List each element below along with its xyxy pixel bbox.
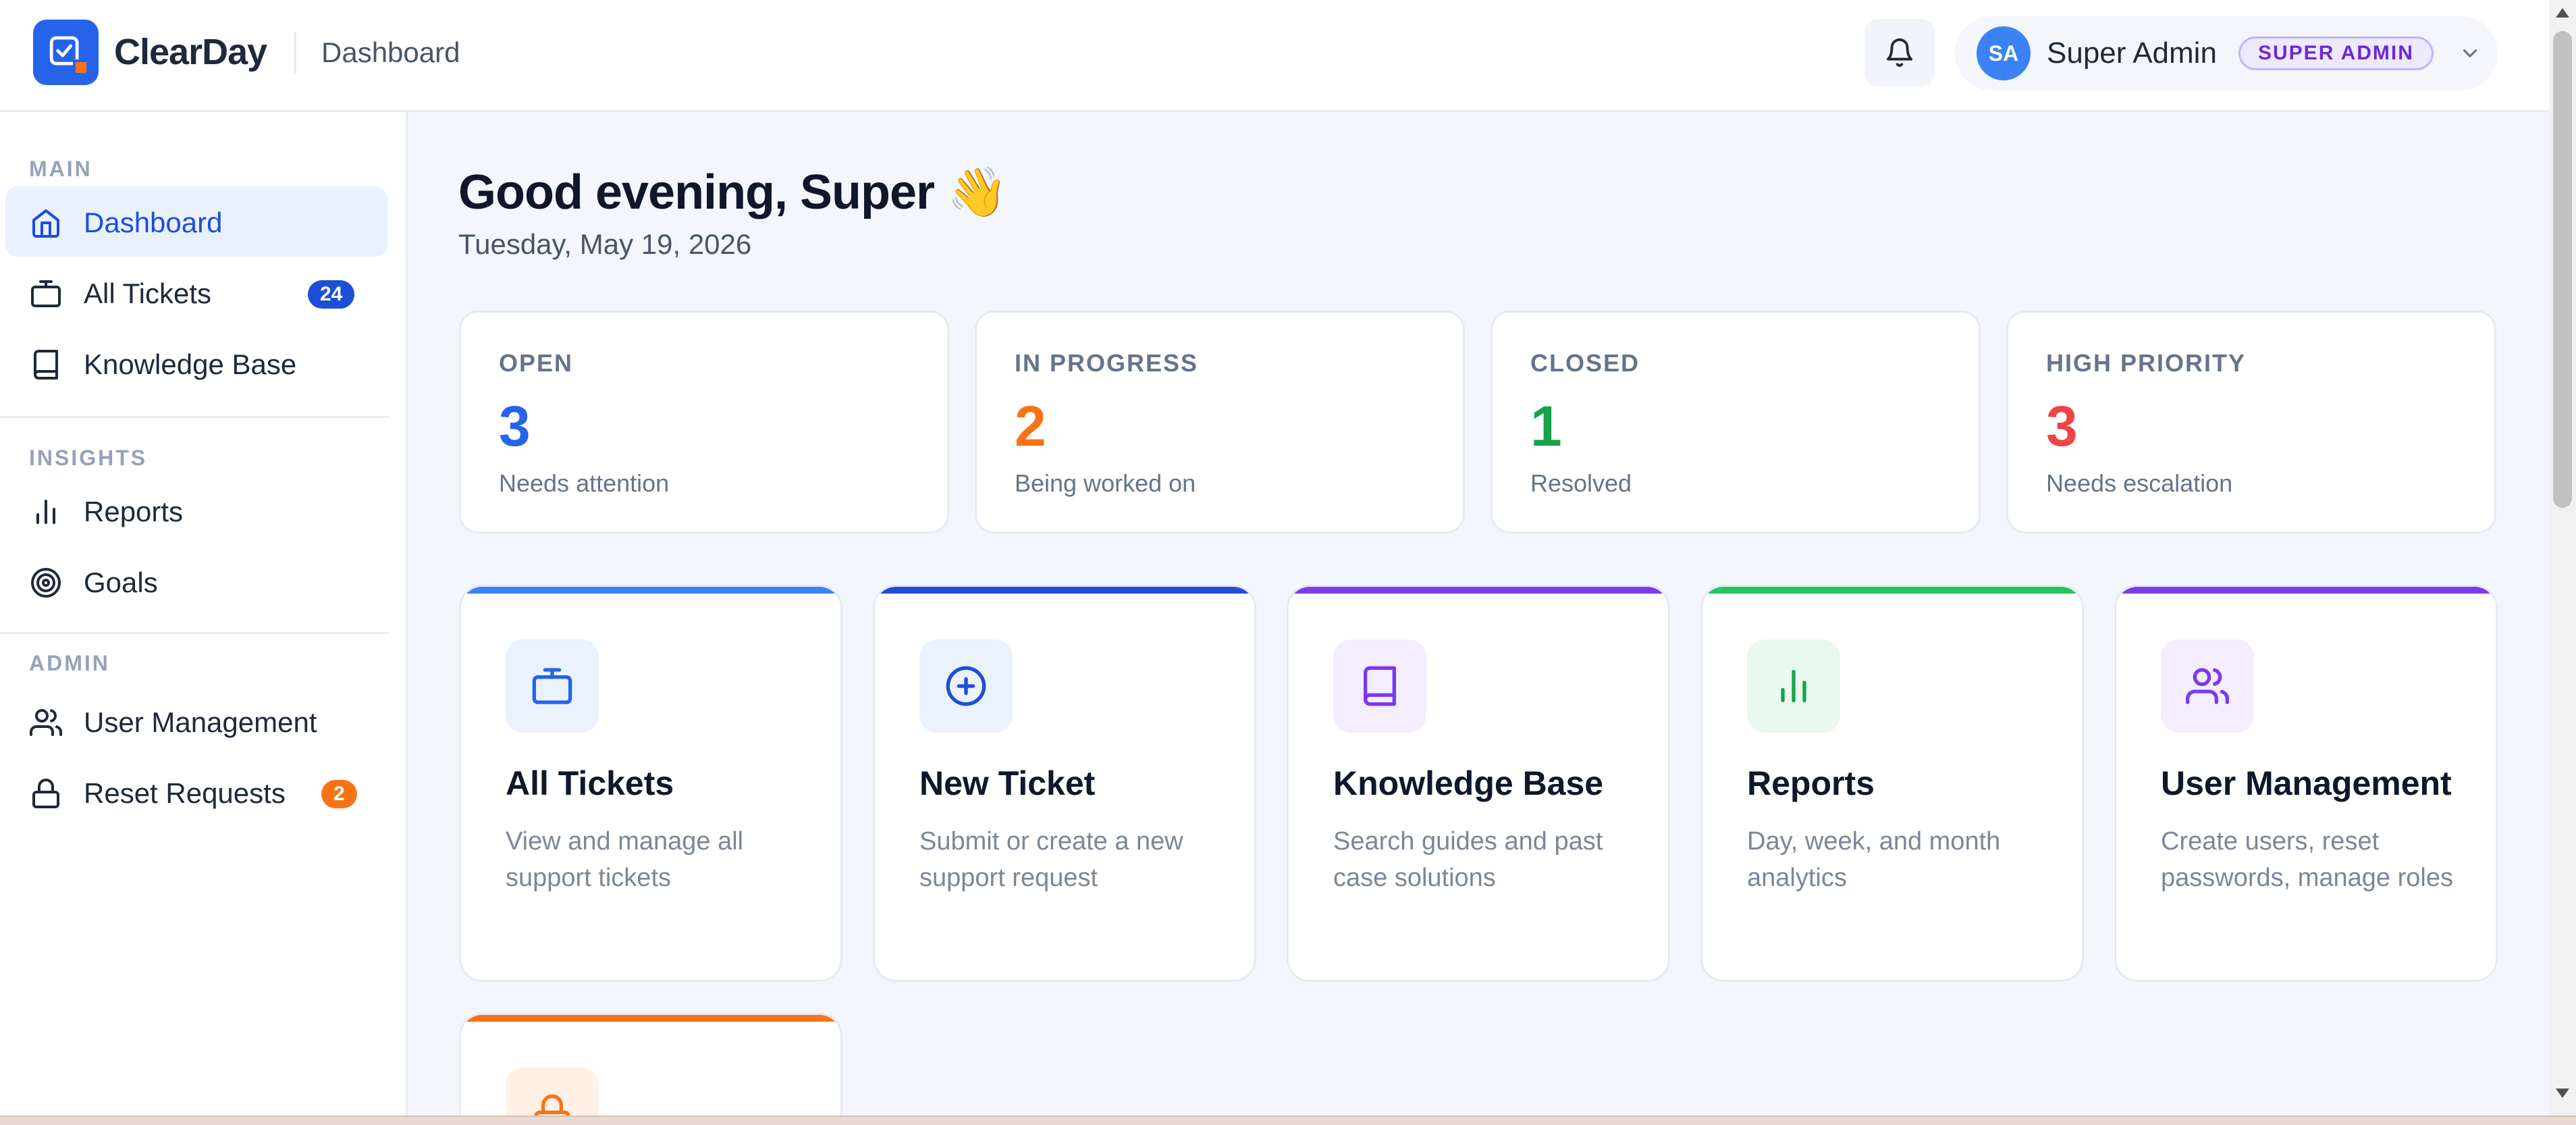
action-card-reports[interactable]: Reports Day, week, and month analytics xyxy=(1700,585,2084,982)
top-header: ClearDay Dashboard SA Super Admin SUPER … xyxy=(0,0,2549,112)
sidebar-item-label: Dashboard xyxy=(84,207,223,238)
sidebar-item-label: All Tickets xyxy=(84,278,212,309)
stat-value: 1 xyxy=(1530,394,1562,458)
stat-label: HIGH PRIORITY xyxy=(2046,349,2247,377)
card-accent-bar xyxy=(875,587,1254,594)
user-menu[interactable]: SA Super Admin SUPER ADMIN xyxy=(1955,16,2498,90)
card-title: User Management xyxy=(2161,764,2452,802)
notifications-button[interactable] xyxy=(1864,19,1935,86)
stat-card-open[interactable]: OPEN 3 Needs attention xyxy=(459,311,949,533)
sidebar-item-label: Knowledge Base xyxy=(84,348,297,380)
section-label-insights: INSIGHTS xyxy=(29,446,148,470)
sidebar-item-label: Reports xyxy=(84,496,184,527)
action-card-all-tickets[interactable]: All Tickets View and manage all support … xyxy=(459,585,842,982)
bar-chart-icon xyxy=(1747,639,1840,733)
page-title: Good evening, Super 👋 xyxy=(458,165,1008,219)
sidebar-item-knowledge-base[interactable]: Knowledge Base xyxy=(5,328,387,398)
plus-circle-icon xyxy=(919,639,1013,733)
sidebar-divider xyxy=(0,416,389,418)
section-label-admin: ADMIN xyxy=(29,651,110,675)
stat-value: 3 xyxy=(499,394,531,458)
card-accent-bar xyxy=(2116,587,2496,594)
bell-icon xyxy=(1886,38,1913,67)
stat-card-in-progress[interactable]: IN PROGRESS 2 Being worked on xyxy=(975,311,1465,533)
stat-card-closed[interactable]: CLOSED 1 Resolved xyxy=(1491,311,1981,533)
card-accent-bar xyxy=(461,1015,840,1022)
action-card-knowledge-base[interactable]: Knowledge Base Search guides and past ca… xyxy=(1287,585,1670,982)
sidebar-item-all-tickets[interactable]: All Tickets 24 xyxy=(5,257,387,328)
stat-value: 3 xyxy=(2046,394,2078,458)
bar-chart-icon xyxy=(36,500,55,524)
stat-label: IN PROGRESS xyxy=(1015,349,1199,377)
breadcrumb-page: Dashboard xyxy=(321,36,460,68)
brand-name[interactable]: ClearDay xyxy=(114,31,267,73)
card-accent-bar xyxy=(1702,587,2082,594)
scrollbar-thumb[interactable] xyxy=(2553,31,2572,508)
stat-subtitle: Needs escalation xyxy=(2046,469,2233,497)
taskbar-edge xyxy=(0,1116,2576,1125)
action-card-user-management[interactable]: User Management Create users, reset pass… xyxy=(2114,585,2498,982)
stat-value: 2 xyxy=(1015,394,1046,458)
book-icon xyxy=(1333,639,1426,733)
card-title: All Tickets xyxy=(506,764,674,802)
sidebar-item-label: User Management xyxy=(84,706,317,738)
header-divider xyxy=(294,32,296,73)
stat-subtitle: Needs attention xyxy=(499,469,670,497)
count-badge: 2 xyxy=(321,780,357,808)
card-description: Create users, reset passwords, manage ro… xyxy=(2161,827,2453,892)
stat-subtitle: Resolved xyxy=(1530,469,1632,497)
card-description: View and manage all support tickets xyxy=(506,827,744,892)
action-card-new-ticket[interactable]: New Ticket Submit or create a new suppor… xyxy=(873,585,1256,982)
logo-icon[interactable] xyxy=(33,20,99,85)
action-card-reset-requests[interactable] xyxy=(459,1013,842,1116)
card-description: Day, week, and month analytics xyxy=(1747,827,2001,892)
scroll-up-arrow-icon[interactable] xyxy=(2556,8,2569,18)
sidebar-item-label: Goals xyxy=(84,567,158,598)
sidebar-item-goals[interactable]: Goals xyxy=(5,546,387,617)
sidebar-divider xyxy=(0,632,389,634)
stat-label: CLOSED xyxy=(1530,349,1640,377)
card-title: Knowledge Base xyxy=(1333,764,1604,802)
card-title: Reports xyxy=(1747,764,1875,802)
lock-icon xyxy=(32,779,59,808)
scroll-down-arrow-icon[interactable] xyxy=(2556,1089,2569,1098)
stat-subtitle: Being worked on xyxy=(1015,469,1196,497)
sidebar-item-reports[interactable]: Reports xyxy=(5,475,387,546)
sidebar-item-reset-requests[interactable]: Reset Requests 2 xyxy=(5,757,387,827)
users-icon xyxy=(30,709,62,736)
card-accent-bar xyxy=(461,587,840,594)
role-badge: SUPER ADMIN xyxy=(2238,36,2434,70)
card-description: Search guides and past case solutions xyxy=(1333,827,1603,892)
sidebar: MAIN Dashboard All Tickets 24 Knowledge … xyxy=(0,112,408,1116)
count-badge: 24 xyxy=(308,280,355,309)
section-label-main: MAIN xyxy=(29,157,92,181)
current-date: Tuesday, May 19, 2026 xyxy=(458,228,752,260)
book-icon xyxy=(34,350,58,380)
sidebar-item-label: Reset Requests xyxy=(84,777,286,809)
target-icon xyxy=(31,568,61,598)
sidebar-item-user-management[interactable]: User Management xyxy=(5,686,387,756)
ticket-icon xyxy=(506,639,599,733)
user-name: Super Admin xyxy=(2047,36,2217,70)
home-icon xyxy=(32,209,59,238)
avatar: SA xyxy=(1977,26,2031,80)
card-title: New Ticket xyxy=(919,764,1096,802)
card-description: Submit or create a new support request xyxy=(919,827,1183,892)
stat-label: OPEN xyxy=(499,349,574,377)
card-accent-bar xyxy=(1289,587,1668,594)
chevron-down-icon[interactable] xyxy=(2459,42,2481,65)
sidebar-item-dashboard[interactable]: Dashboard xyxy=(5,186,387,257)
users-icon xyxy=(2161,639,2254,733)
stat-card-high-priority[interactable]: HIGH PRIORITY 3 Needs escalation xyxy=(2006,311,2496,533)
ticket-icon xyxy=(31,280,61,307)
lock-icon xyxy=(506,1068,599,1116)
